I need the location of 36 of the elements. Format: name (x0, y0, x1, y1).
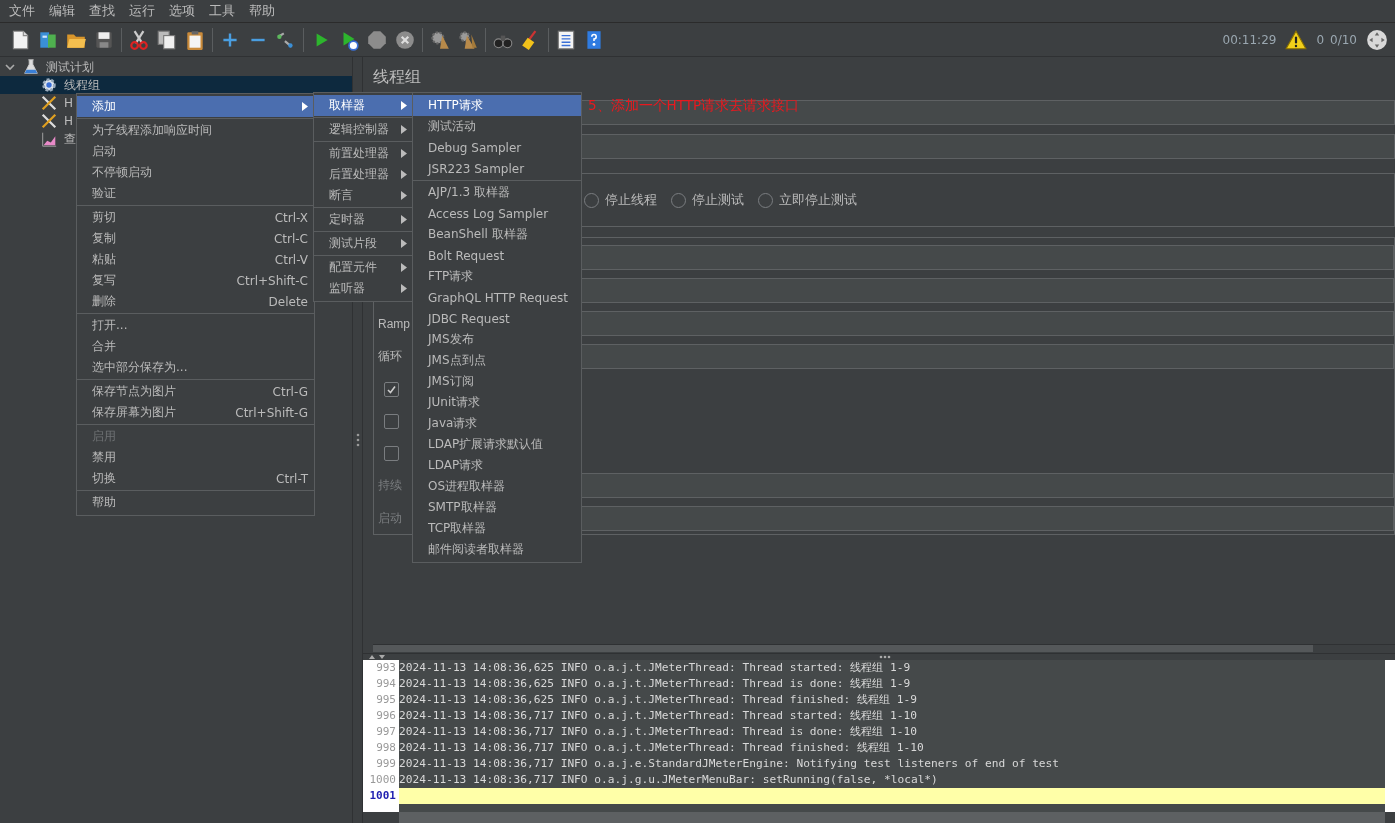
radio-label: 停止测试 (692, 191, 744, 209)
log-line: 2024-11-13 14:08:36,625 INFO o.a.j.t.JMeterThread: Thread started: 线程组 1-9 (399, 660, 912, 676)
shortcut-label: Ctrl-G (271, 384, 308, 399)
line-number: 993 (375, 660, 397, 676)
shortcut-label: Ctrl-X (273, 210, 308, 225)
shortcut-label: Ctrl-V (273, 252, 308, 267)
line-number: 997 (375, 724, 397, 740)
line-number: 995 (375, 692, 397, 708)
shortcut-label: Ctrl+Shift-C (235, 273, 308, 288)
log-line: 2024-11-13 14:08:36,717 INFO o.a.j.t.JMeterThread: Thread started: 线程组 1-10 (399, 708, 918, 724)
log-line: 2024-11-13 14:08:36,717 INFO o.a.j.t.JMeterThread: Thread finished: 线程组 1-10 (399, 740, 925, 756)
line-number: 1001 (368, 788, 397, 804)
line-number: 994 (375, 676, 397, 692)
line-number: 998 (375, 740, 397, 756)
field-label: 循环 (378, 348, 402, 365)
log-line: 2024-11-13 14:08:36,625 INFO o.a.j.t.JMeterThread: Thread is done: 线程组 1-9 (399, 676, 912, 692)
log-line: 2024-11-13 14:08:36,717 INFO o.a.j.g.u.JMeterMenuBar: setRunning(false, *local*) (399, 772, 939, 788)
shortcut-label: Delete (267, 294, 308, 309)
line-number: 996 (375, 708, 397, 724)
field-label: Ramp (378, 316, 410, 331)
panel-title: 线程组 (373, 67, 422, 88)
elapsed-time: 00:11:29 (1222, 32, 1277, 47)
warning-count: 0 (1316, 32, 1325, 47)
shortcut-label: Ctrl-T (275, 471, 308, 486)
line-number: 999 (375, 756, 397, 772)
thread-count: 0/10 (1330, 32, 1357, 47)
shortcut-label: Ctrl-C (272, 231, 308, 246)
radio-label: 停止线程 (605, 191, 657, 209)
log-line: 2024-11-13 14:08:36,625 INFO o.a.j.t.JMeterThread: Thread finished: 线程组 1-9 (399, 692, 918, 708)
line-number: 1000 (368, 772, 397, 788)
shortcut-label: Ctrl+Shift-G (234, 405, 308, 420)
log-line: 2024-11-13 14:08:36,717 INFO o.a.j.e.StandardJMeterEngine: Notifying test listeners of end of test (399, 756, 1061, 772)
radio-label: 立即停止测试 (779, 191, 857, 209)
log-line: 2024-11-13 14:08:36,717 INFO o.a.j.t.JMeterThread: Thread is done: 线程组 1-10 (399, 724, 918, 740)
field-label: 持续 (378, 477, 402, 494)
annotation-text: 5、添加一个HTTP请求去请求接口 (588, 97, 800, 115)
